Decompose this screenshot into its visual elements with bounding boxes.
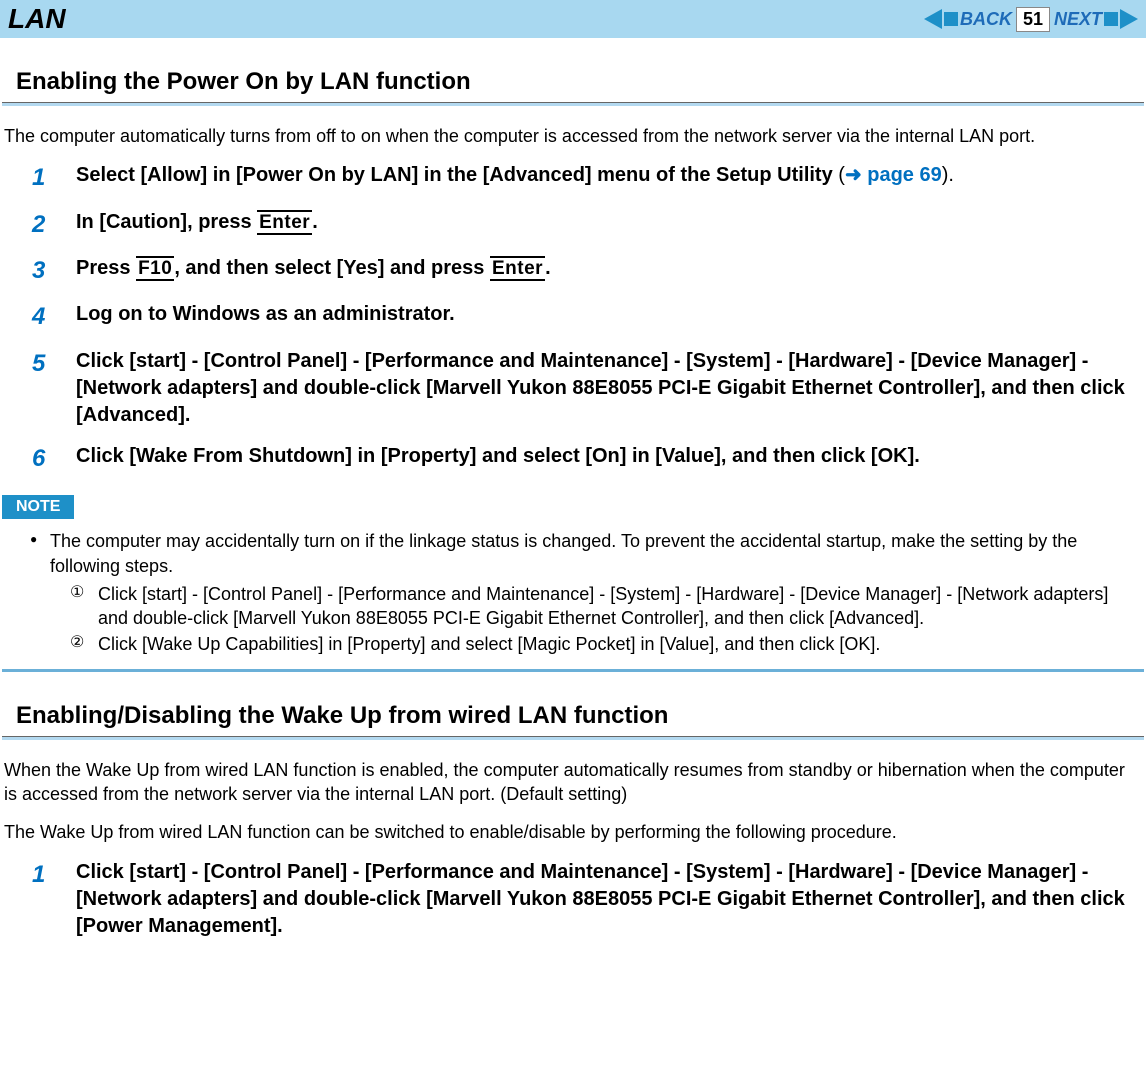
step-3: 3 Press F10, and then select [Yes] and p… xyxy=(32,255,1142,287)
step-text: Click [Wake From Shutdown] in [Property]… xyxy=(76,443,1142,475)
section2-steps: 1 Click [start] - [Control Panel] - [Per… xyxy=(32,859,1142,940)
paren-open: ( xyxy=(838,164,845,186)
page-xref-link[interactable]: ➜ page 69 xyxy=(845,164,942,186)
substep-text: Click [Wake Up Capabilities] in [Propert… xyxy=(98,632,880,656)
step-text: Click [start] - [Control Panel] - [Perfo… xyxy=(76,348,1142,429)
page-number: 51 xyxy=(1016,7,1050,32)
section2-intro-1: When the Wake Up from wired LAN function… xyxy=(4,758,1142,807)
key-enter: Enter xyxy=(490,256,545,281)
document-title: LAN xyxy=(8,3,66,35)
step-text-part: In [Caution], press xyxy=(76,211,257,233)
step-number: 4 xyxy=(32,301,54,333)
substep-a: ① Click [start] - [Control Panel] - [Per… xyxy=(70,582,1142,631)
note-item: The computer may accidentally turn on if… xyxy=(30,529,1142,656)
step-text: In [Caution], press Enter. xyxy=(76,209,1142,241)
section-rule xyxy=(2,736,1144,740)
step-text-part: Press xyxy=(76,257,136,279)
step-text: Log on to Windows as an administrator. xyxy=(76,301,1142,333)
substep-text: Click [start] - [Control Panel] - [Perfo… xyxy=(98,582,1142,631)
next-link[interactable]: NEXT xyxy=(1054,9,1102,30)
next-arrow-icon[interactable] xyxy=(1106,9,1138,29)
xref-text: ➜ page 69 xyxy=(845,164,942,186)
step-text-part: , and then select [Yes] and press xyxy=(174,257,490,279)
section1-intro: The computer automatically turns from of… xyxy=(4,124,1142,148)
key-enter: Enter xyxy=(257,210,312,235)
page-nav: BACK 51 NEXT xyxy=(924,7,1138,32)
section-rule xyxy=(2,102,1144,106)
paren-close: ). xyxy=(942,164,954,186)
step-number: 1 xyxy=(32,859,54,940)
step-text-part: Select [Allow] in [Power On by LAN] in t… xyxy=(76,164,838,186)
key-f10: F10 xyxy=(136,256,174,281)
substep-b: ② Click [Wake Up Capabilities] in [Prope… xyxy=(70,632,1142,656)
note-text: The computer may accidentally turn on if… xyxy=(50,531,1077,575)
back-arrow-icon[interactable] xyxy=(924,9,956,29)
back-link[interactable]: BACK xyxy=(960,9,1012,30)
step-1: 1 Select [Allow] in [Power On by LAN] in… xyxy=(32,162,1142,194)
step-2: 2 In [Caution], press Enter. xyxy=(32,209,1142,241)
step-1: 1 Click [start] - [Control Panel] - [Per… xyxy=(32,859,1142,940)
step-text-part: . xyxy=(545,257,551,279)
step-text: Click [start] - [Control Panel] - [Perfo… xyxy=(76,859,1142,940)
step-number: 3 xyxy=(32,255,54,287)
circled-number-icon: ① xyxy=(70,582,90,631)
section-heading-2: Enabling/Disabling the Wake Up from wire… xyxy=(16,702,1144,730)
step-text: Press F10, and then select [Yes] and pre… xyxy=(76,255,1142,287)
header-bar: LAN BACK 51 NEXT xyxy=(0,0,1146,38)
step-6: 6 Click [Wake From Shutdown] in [Propert… xyxy=(32,443,1142,475)
note-bottom-rule xyxy=(2,669,1144,672)
section1-steps: 1 Select [Allow] in [Power On by LAN] in… xyxy=(32,162,1142,475)
section2-intro-2: The Wake Up from wired LAN function can … xyxy=(4,820,1142,844)
section-heading-1: Enabling the Power On by LAN function xyxy=(16,68,1144,96)
step-5: 5 Click [start] - [Control Panel] - [Per… xyxy=(32,348,1142,429)
note-label: NOTE xyxy=(2,495,74,519)
step-number: 2 xyxy=(32,209,54,241)
note-list: The computer may accidentally turn on if… xyxy=(30,529,1142,656)
step-text: Select [Allow] in [Power On by LAN] in t… xyxy=(76,162,1142,194)
note-substeps: ① Click [start] - [Control Panel] - [Per… xyxy=(70,582,1142,657)
page-content: Enabling the Power On by LAN function Th… xyxy=(0,68,1146,940)
step-number: 6 xyxy=(32,443,54,475)
step-4: 4 Log on to Windows as an administrator. xyxy=(32,301,1142,333)
circled-number-icon: ② xyxy=(70,632,90,656)
step-number: 1 xyxy=(32,162,54,194)
step-number: 5 xyxy=(32,348,54,429)
step-text-part: . xyxy=(312,211,318,233)
